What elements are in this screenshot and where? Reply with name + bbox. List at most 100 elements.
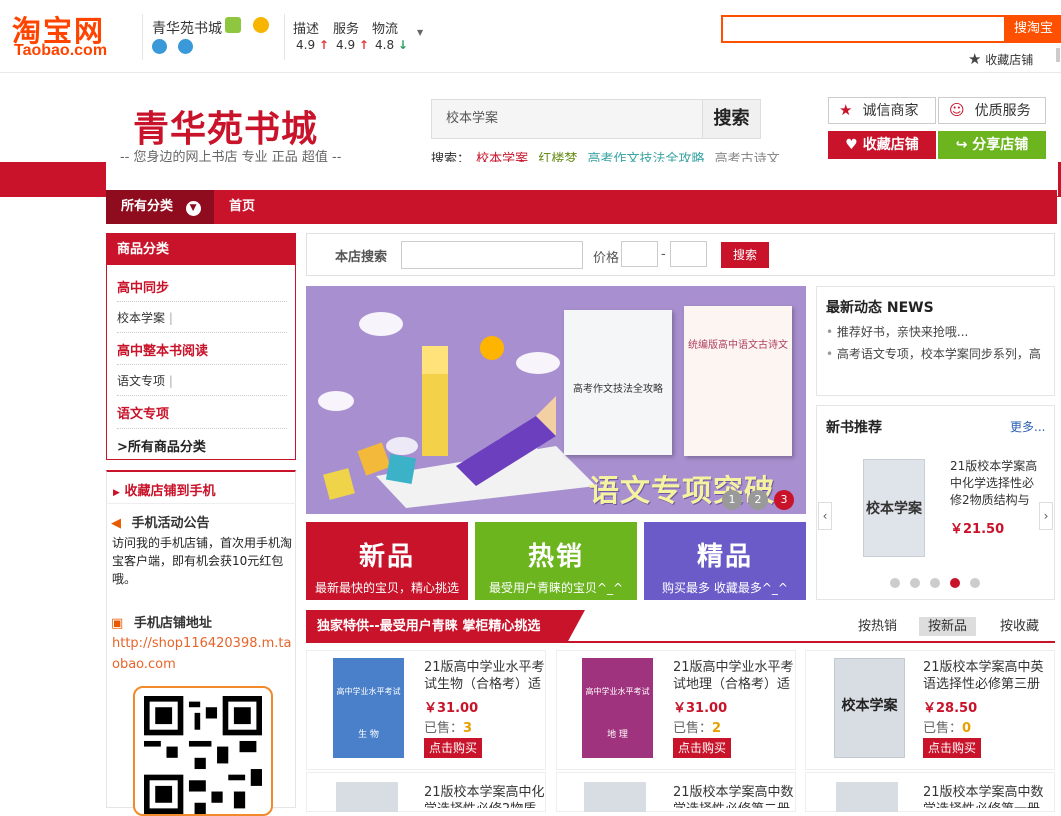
quality-service-badge[interactable]: ☺ 优质服务: [938, 97, 1046, 124]
banner-dot[interactable]: 1: [722, 490, 742, 510]
star-icon: ★: [839, 101, 853, 119]
product-sold: 已售：2: [673, 721, 722, 736]
category-title: 商品分类: [107, 234, 295, 265]
shop-header-search-input[interactable]: 校本学案: [431, 99, 703, 139]
divider: [117, 301, 287, 302]
tile-hot[interactable]: 热销 最受用户青睐的宝贝^_^: [475, 522, 637, 600]
phone-shop-icon: ▣: [111, 616, 124, 631]
rating-dropdown-icon[interactable]: ▼: [417, 28, 423, 37]
triangle-right-icon: ▶: [113, 488, 120, 498]
category-item[interactable]: 语文专项 |: [117, 372, 173, 389]
product-name[interactable]: 21版校本学案高中数学选择性必修第一册人: [923, 784, 1048, 808]
new-books-title: 新书推荐: [826, 420, 882, 436]
price-max-input[interactable]: [670, 241, 707, 267]
carousel-dot[interactable]: [910, 578, 920, 588]
rating-score-desc: 4.9 ↑: [296, 38, 329, 52]
shop-name[interactable]: 青华苑书城: [152, 18, 222, 38]
fav-shop-button[interactable]: ♥ 收藏店铺: [828, 131, 936, 159]
nav-all-label: 所有分类: [121, 199, 174, 214]
price-label: 价格: [593, 251, 620, 266]
banner-headline: 语文专项突破: [589, 474, 775, 509]
rating-label-service: 服务: [333, 22, 360, 37]
product-price: ￥28.50: [923, 701, 978, 716]
more-link[interactable]: 更多...: [1010, 418, 1045, 435]
sort-new[interactable]: 按新品: [919, 617, 977, 636]
chevron-down-icon: ▼: [185, 201, 201, 216]
scrollbar[interactable]: [1056, 48, 1060, 62]
rating-label-desc: 描述: [293, 22, 320, 37]
shop-search-label: 本店搜索: [335, 250, 388, 265]
tile-new[interactable]: 新品 最新最快的宝贝，精心挑选: [306, 522, 468, 600]
level-badge-icon: [178, 39, 193, 54]
product-name[interactable]: 21版高中学业水平考试生物（合格考）适合: [424, 659, 549, 693]
verified-icon: [225, 17, 241, 33]
nav-all-categories[interactable]: 所有分类 ▼: [106, 190, 214, 224]
featured-title-tail: [567, 610, 585, 643]
carousel-dot[interactable]: [970, 578, 980, 588]
mobile-address-link[interactable]: http://shop116420398.m.taobao.com: [112, 633, 292, 675]
product-name[interactable]: 21版校本学案高中化学选择性必修2物质结: [424, 784, 549, 808]
shop-search-input[interactable]: [401, 241, 583, 269]
divider: [284, 14, 285, 60]
promo-banner[interactable]: 高考作文技法全攻略 统编版高中语文古诗文 语文专项突破 1 2 3: [306, 286, 806, 514]
category-item[interactable]: 高中整本书阅读: [117, 340, 208, 359]
book-cover[interactable]: 校本学案: [863, 459, 925, 557]
product-image[interactable]: 高中学业水平考试生 物: [333, 658, 404, 758]
honest-merchant-badge[interactable]: ★ 诚信商家: [828, 97, 936, 124]
tile-premium[interactable]: 精品 购买最多 收藏最多^_^: [644, 522, 806, 600]
star-icon: ★: [968, 50, 982, 68]
all-categories-link[interactable]: >所有商品分类: [117, 436, 206, 455]
taobao-logo-en[interactable]: Taobao.com: [14, 42, 107, 60]
book-cover: 高考作文技法全攻略: [564, 310, 672, 455]
divider: [117, 332, 287, 333]
price-dash: -: [661, 247, 666, 262]
arrow-down-icon: ↓: [397, 38, 408, 52]
news-item[interactable]: • 高考语文专项，校本学案同步系列，高: [826, 345, 1050, 362]
buy-button[interactable]: 点击购买: [424, 738, 482, 758]
carousel-dot-active[interactable]: [950, 578, 960, 588]
new-books-dots: [890, 578, 990, 590]
banner-dot[interactable]: 2: [748, 490, 768, 510]
share-shop-button[interactable]: ↪ 分享店铺: [938, 131, 1046, 159]
sort-hot[interactable]: 按热销: [849, 617, 906, 636]
category-item[interactable]: 校本学案 |: [117, 309, 173, 326]
heart-icon: ♥: [845, 137, 863, 153]
shop-search-button[interactable]: 搜索: [721, 242, 769, 268]
rating-score-logistics: 4.8 ↓: [375, 38, 408, 52]
product-image[interactable]: 校本学案: [834, 658, 905, 758]
rating-score-service: 4.9 ↑: [336, 38, 369, 52]
chevron-left-icon[interactable]: ‹: [818, 502, 832, 530]
product-image[interactable]: 高中学业水平考试地 理: [582, 658, 653, 758]
carousel-dot[interactable]: [890, 578, 900, 588]
divider: [117, 364, 287, 365]
price-min-input[interactable]: [621, 241, 658, 267]
news-item[interactable]: • 推荐好书，亲快来抢哦...: [826, 323, 968, 340]
product-name[interactable]: 21版校本学案高中数学选择性必修第二册人: [673, 784, 798, 808]
product-sold: 已售：0: [923, 721, 972, 736]
book-cover: 统编版高中语文古诗文: [684, 306, 792, 456]
nav-home[interactable]: 首页: [217, 190, 267, 224]
new-book-name[interactable]: 21版校本学案高中化学选择性必修2物质结构与: [950, 458, 1042, 509]
divider: [117, 428, 287, 429]
product-name[interactable]: 21版高中学业水平考试地理（合格考）适合: [673, 659, 798, 693]
category-item[interactable]: 语文专项: [117, 403, 169, 422]
featured-title: 独家特供--最受用户青睐 掌柜精心挑选: [306, 610, 568, 643]
buy-button[interactable]: 点击购买: [673, 738, 731, 758]
qr-code-icon: [144, 696, 262, 814]
fav-shop-link[interactable]: ★ 收藏店铺: [968, 50, 1033, 68]
shop-header-search-button[interactable]: 搜索: [702, 99, 761, 139]
category-item[interactable]: 高中同步: [117, 277, 169, 296]
taobao-search-input[interactable]: [721, 15, 1006, 43]
divider: [117, 395, 287, 396]
divider: [142, 14, 143, 60]
globe-icon: [152, 39, 167, 54]
carousel-dot[interactable]: [930, 578, 940, 588]
taobao-search-button[interactable]: 搜淘宝: [1006, 15, 1061, 43]
new-book-price: ￥21.50: [950, 522, 1005, 537]
sort-fav[interactable]: 按收藏: [991, 617, 1048, 636]
banner-dot-active[interactable]: 3: [774, 490, 794, 510]
buy-button[interactable]: 点击购买: [923, 738, 981, 758]
service-icon: ☺: [949, 101, 965, 119]
product-name[interactable]: 21版校本学案高中英语选择性必修第三册: [923, 659, 1048, 693]
product-price: ￥31.00: [673, 701, 728, 716]
